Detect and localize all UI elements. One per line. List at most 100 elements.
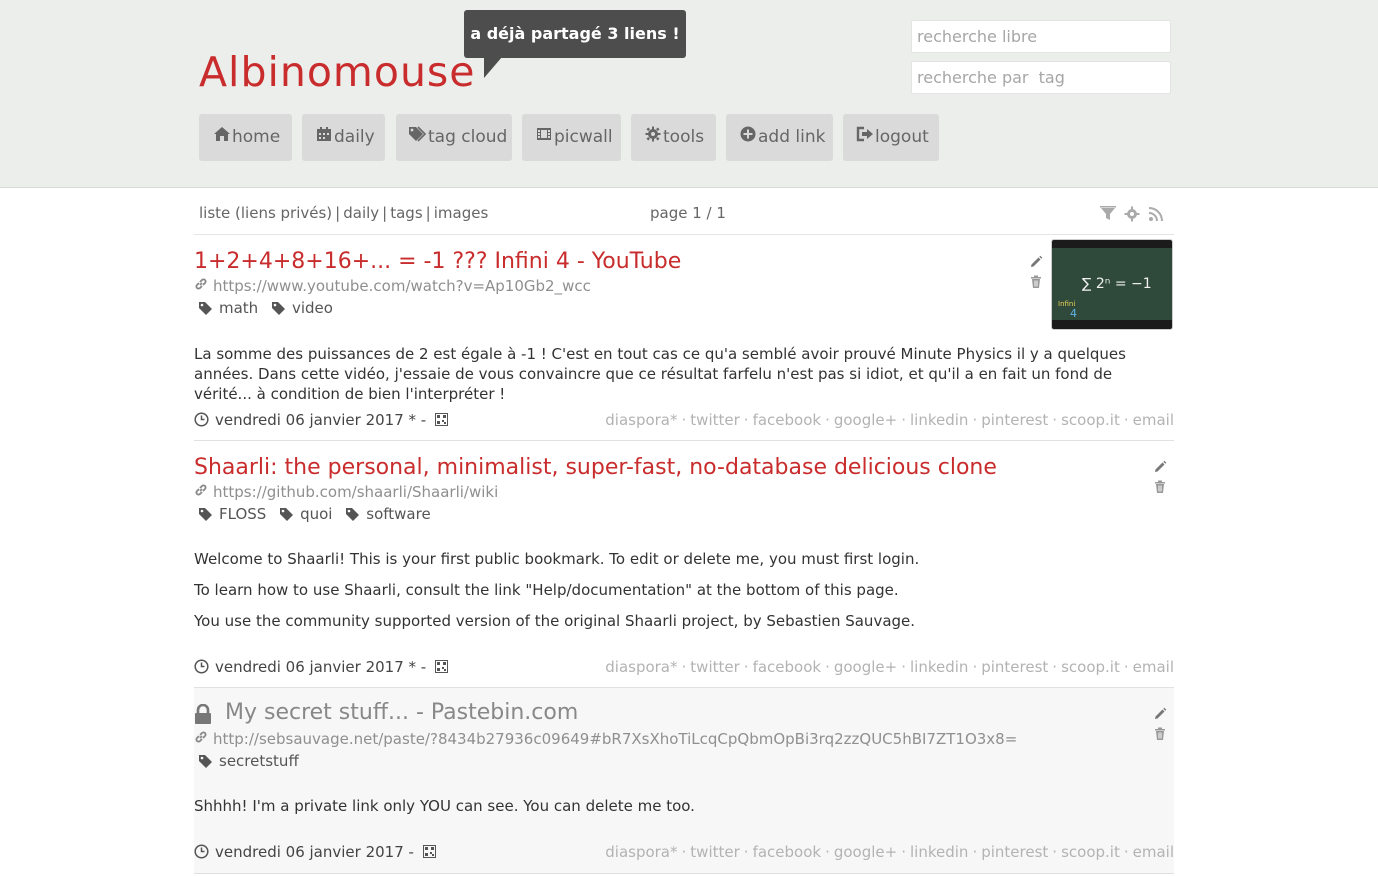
edit-pencil-icon[interactable] (1153, 707, 1167, 721)
nav-daily-label: daily (334, 127, 375, 147)
nav-picwall[interactable]: picwall (522, 114, 621, 161)
delete-trash-icon[interactable] (1153, 480, 1167, 494)
tag-icon (271, 302, 285, 315)
link-chain-icon (194, 730, 213, 748)
list-private-link[interactable]: liste (liens privés) (199, 204, 332, 222)
nav-tag-cloud[interactable]: tag cloud (396, 114, 512, 161)
page-header: Albinomouse a déjà partagé 3 liens ! hom… (0, 0, 1378, 188)
share-diaspora[interactable]: diaspora* (605, 658, 677, 676)
tag-secretstuff[interactable]: secretstuff (198, 752, 299, 770)
nav-add-link[interactable]: add link (726, 114, 833, 161)
tag-quoi[interactable]: quoi (279, 505, 332, 523)
link-title[interactable]: 1+2+4+8+16+... = -1 ??? Infini 4 - YouTu… (194, 249, 681, 274)
link-tags: FLOSS quoi software (198, 505, 439, 523)
tag-label: software (366, 505, 431, 523)
thumbnail-formula: ∑ 2ⁿ = −1 (1082, 276, 1152, 292)
share-email[interactable]: email (1133, 658, 1174, 676)
edit-pencil-icon[interactable] (1029, 255, 1043, 269)
edit-pencil-icon[interactable] (1153, 460, 1167, 474)
tags-link[interactable]: tags (390, 204, 422, 222)
qrcode-icon[interactable] (422, 845, 436, 858)
share-linkedin[interactable]: linkedin (910, 411, 968, 429)
images-link[interactable]: images (434, 204, 489, 222)
share-twitter[interactable]: twitter (690, 843, 739, 861)
site-logo[interactable]: Albinomouse (199, 48, 476, 96)
tag-icon (280, 508, 294, 521)
share-facebook[interactable]: facebook (753, 658, 822, 676)
share-diaspora[interactable]: diaspora* (605, 843, 677, 861)
delete-trash-icon[interactable] (1029, 275, 1043, 289)
pagination: page 1 / 1 (650, 204, 726, 222)
search-input[interactable] (911, 20, 1171, 53)
tag-video[interactable]: video (271, 299, 333, 317)
filter-icon[interactable] (1100, 206, 1116, 222)
sign-out-icon (855, 114, 875, 161)
share-scoopit[interactable]: scoop.it (1061, 411, 1120, 429)
link-item: 1+2+4+8+16+... = -1 ??? Infini 4 - YouTu… (194, 235, 1174, 441)
link-chain-icon (194, 277, 213, 295)
qrcode-icon[interactable] (435, 660, 448, 673)
link-url[interactable]: https://github.com/shaarli/Shaarli/wiki (194, 483, 498, 501)
share-email[interactable]: email (1133, 843, 1174, 861)
rss-icon[interactable] (1148, 206, 1164, 222)
share-links: diaspora* · twitter · facebook · google+ · linke… (605, 658, 1174, 676)
link-url-text: http://sebsauvage.net/paste/?8434b27936c… (213, 730, 1018, 748)
nav-home[interactable]: home (199, 114, 292, 161)
description-paragraph: Shhhh! I'm a private link only YOU can s… (194, 797, 695, 815)
link-title[interactable]: Shaarli: the personal, minimalist, super… (194, 455, 997, 480)
nav-picwall-label: picwall (554, 127, 613, 147)
share-pinterest[interactable]: pinterest (981, 843, 1048, 861)
description-paragraph: Welcome to Shaarli! This is your first p… (194, 550, 920, 568)
tag-software[interactable]: software (345, 505, 431, 523)
share-googleplus[interactable]: google+ (834, 658, 897, 676)
share-scoopit[interactable]: scoop.it (1061, 843, 1120, 861)
plus-circle-icon (738, 114, 758, 161)
share-pinterest[interactable]: pinterest (981, 411, 1048, 429)
link-description: Welcome to Shaarli! This is your first p… (194, 549, 1174, 642)
tag-search-input[interactable] (911, 61, 1171, 94)
share-linkedin[interactable]: linkedin (910, 843, 968, 861)
share-facebook[interactable]: facebook (753, 411, 822, 429)
link-date[interactable]: vendredi 06 janvier 2017 - (194, 843, 436, 863)
share-pinterest[interactable]: pinterest (981, 658, 1048, 676)
gear-icon (643, 114, 663, 161)
share-googleplus[interactable]: google+ (834, 411, 897, 429)
link-title[interactable]: My secret stuff... - Pastebin.com (225, 700, 578, 725)
share-facebook[interactable]: facebook (753, 843, 822, 861)
nav-add-link-label: add link (758, 127, 826, 147)
nav-tag-cloud-label: tag cloud (428, 127, 508, 147)
link-date[interactable]: vendredi 06 janvier 2017 * - (194, 658, 448, 678)
nav-daily[interactable]: daily (302, 114, 385, 161)
tag-icon (199, 302, 212, 315)
daily-link[interactable]: daily (343, 204, 379, 222)
nav-tools[interactable]: tools (631, 114, 716, 161)
link-date[interactable]: vendredi 06 janvier 2017 * - (194, 411, 448, 431)
share-twitter[interactable]: twitter (690, 658, 739, 676)
share-linkedin[interactable]: linkedin (910, 658, 968, 676)
share-links: diaspora* · twitter · facebook · google+ · linke… (605, 843, 1174, 861)
delete-trash-icon[interactable] (1153, 727, 1167, 741)
clock-icon (194, 844, 209, 863)
share-email[interactable]: email (1133, 411, 1174, 429)
share-diaspora[interactable]: diaspora* (605, 411, 677, 429)
link-url[interactable]: http://sebsauvage.net/paste/?8434b27936c… (194, 730, 1017, 748)
tag-floss[interactable]: FLOSS (198, 505, 266, 523)
gear-icon[interactable] (1124, 206, 1140, 222)
description-paragraph: To learn how to use Shaarli, consult the… (194, 581, 899, 599)
share-links: diaspora* · twitter · facebook · google+ · linke… (605, 411, 1174, 429)
link-url-text: https://github.com/shaarli/Shaarli/wiki (213, 483, 499, 501)
link-url-text: https://www.youtube.com/watch?v=Ap10Gb2_… (213, 277, 591, 295)
tag-math[interactable]: math (198, 299, 258, 317)
tags-icon (408, 114, 428, 161)
nav-tools-label: tools (663, 127, 705, 147)
nav-logout[interactable]: logout (843, 114, 939, 161)
video-thumbnail[interactable]: ∑ 2ⁿ = −1 Infini 4 (1051, 239, 1173, 330)
calendar-icon (314, 114, 334, 161)
share-scoopit[interactable]: scoop.it (1061, 658, 1120, 676)
qrcode-icon[interactable] (435, 413, 448, 426)
share-googleplus[interactable]: google+ (834, 843, 897, 861)
description-paragraph: La somme des puissances de 2 est égale à… (194, 345, 1126, 403)
link-tags: math video (198, 299, 341, 317)
share-twitter[interactable]: twitter (690, 411, 739, 429)
link-url[interactable]: https://www.youtube.com/watch?v=Ap10Gb2_… (194, 277, 591, 295)
